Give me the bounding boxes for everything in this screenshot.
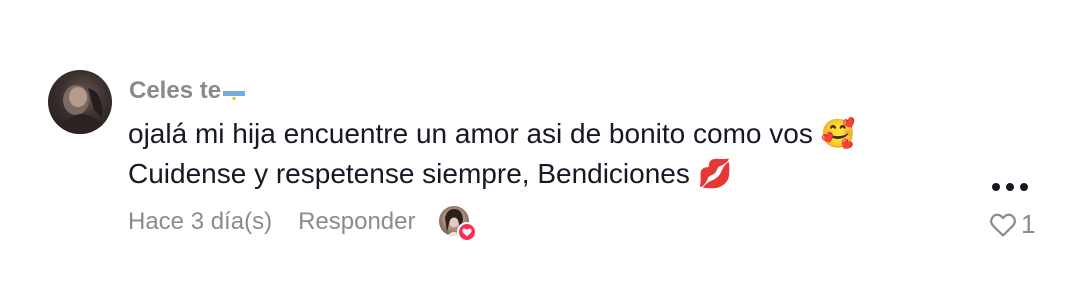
- kiss-mark-emoji: 💋: [697, 158, 733, 189]
- username-text: Celes te: [129, 77, 222, 104]
- creator-liked-indicator: [439, 206, 478, 242]
- like-count: 1: [1021, 209, 1036, 239]
- avatar-photo: [58, 85, 106, 134]
- comment-meta: Hace 3 día(s) Responder: [128, 205, 478, 242]
- comment-line-text: ojalá mi hija encuentre un amor asi de b…: [128, 118, 813, 149]
- comment-username[interactable]: Celes te: [129, 77, 246, 105]
- like-button[interactable]: 1: [989, 209, 1035, 240]
- comment-line-text: Cuidense y respetense siempre, Bendicion…: [128, 158, 690, 189]
- smiling-face-with-hearts-emoji: 🥰: [820, 118, 856, 149]
- heart-icon: [457, 222, 478, 242]
- comment-text: ojalá mi hija encuentre un amor asi de b…: [128, 114, 948, 194]
- comment-line: ojalá mi hija encuentre un amor asi de b…: [128, 114, 948, 154]
- reply-button[interactable]: Responder: [298, 205, 415, 239]
- argentina-flag-icon: [223, 85, 246, 100]
- heart-outline-icon: [990, 213, 1016, 237]
- comment-timestamp: Hace 3 día(s): [128, 208, 273, 235]
- more-options-icon[interactable]: [992, 183, 1028, 191]
- comment-line: Cuidense y respetense siempre, Bendicion…: [128, 154, 948, 194]
- avatar[interactable]: [48, 70, 112, 134]
